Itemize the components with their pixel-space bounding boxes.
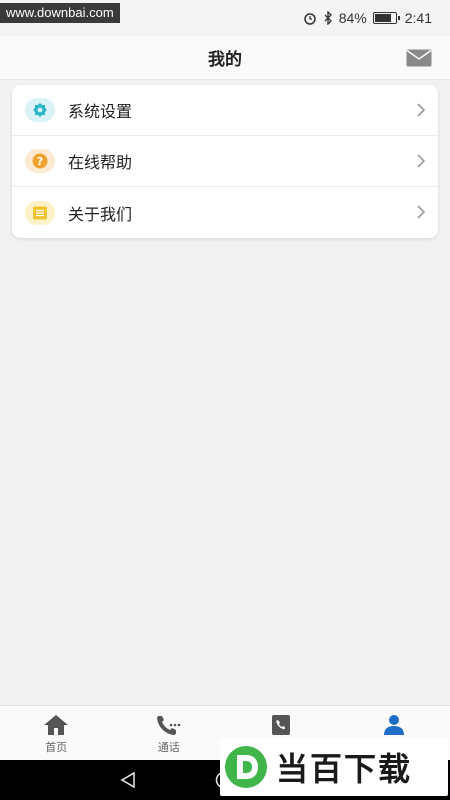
tab-home[interactable]: 首页 [0, 706, 113, 760]
menu-item-label: 关于我们 [68, 206, 133, 224]
menu-item-settings[interactable]: 系统设置 [12, 85, 438, 136]
svg-text:?: ? [37, 155, 43, 168]
battery-icon [372, 12, 400, 24]
page-header: 我的 [0, 36, 450, 80]
phone-icon [156, 716, 181, 735]
watermark-url: www.downbai.com [0, 3, 120, 23]
tab-label: 通话 [157, 742, 180, 754]
logo-watermark: 当百下载 [220, 738, 448, 796]
chevron-right-icon [417, 154, 426, 168]
mail-icon[interactable] [406, 49, 432, 67]
alarm-icon [303, 11, 317, 25]
tab-calls[interactable]: 通话 [113, 706, 226, 760]
logo-d-icon [225, 746, 267, 788]
list-icon [25, 200, 55, 225]
menu-item-about[interactable]: 关于我们 [12, 187, 438, 238]
back-icon[interactable] [118, 770, 138, 790]
home-icon [44, 715, 69, 735]
menu-item-label: 在线帮助 [68, 155, 133, 172]
menu-item-help[interactable]: ? 在线帮助 [12, 136, 438, 187]
chevron-right-icon [417, 205, 426, 219]
tab-label: 首页 [45, 742, 68, 754]
chevron-right-icon [417, 103, 426, 117]
logo-text: 当百下载 [276, 750, 413, 788]
gear-icon [25, 98, 55, 122]
help-icon: ? [25, 149, 55, 173]
person-icon [383, 715, 404, 735]
battery-percent: 84% [338, 10, 367, 26]
contacts-icon [272, 715, 291, 735]
menu-item-label: 系统设置 [68, 104, 133, 121]
page-title: 我的 [208, 50, 242, 69]
clock: 2:41 [404, 10, 432, 26]
bluetooth-icon [323, 11, 333, 25]
menu-card: 系统设置 ? 在线帮助 关于我们 [12, 85, 438, 238]
